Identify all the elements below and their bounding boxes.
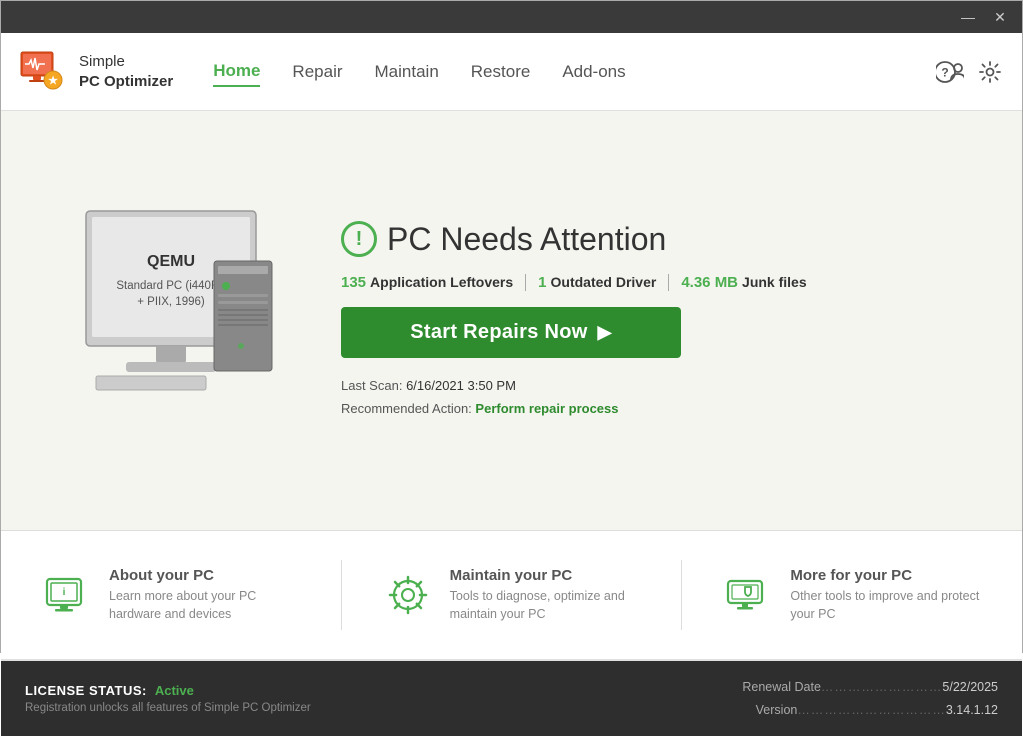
right-panel: ! PC Needs Attention 135 Application Lef…: [341, 221, 982, 421]
svg-text:i: i: [63, 587, 66, 598]
license-label: LICENSE STATUS:: [25, 683, 147, 698]
maintain-pc-icon: [382, 569, 434, 621]
repair-btn-arrow-icon: ▶: [598, 322, 612, 343]
start-repairs-button[interactable]: Start Repairs Now ▶: [341, 307, 681, 358]
license-description: Registration unlocks all features of Sim…: [25, 702, 742, 714]
card-divider-1: [341, 560, 342, 630]
svg-text:QEMU: QEMU: [147, 253, 195, 270]
card-more-pc[interactable]: More for your PC Other tools to improve …: [722, 567, 982, 623]
nav-maintain[interactable]: Maintain: [375, 58, 439, 86]
bottom-section: i About your PC Learn more about your PC…: [1, 531, 1022, 661]
nav-home[interactable]: Home: [213, 57, 260, 87]
renewal-row: Renewal Date………………………5/22/2025: [742, 676, 998, 699]
maintain-pc-text: Maintain your PC Tools to diagnose, opti…: [450, 567, 642, 623]
svg-text:Standard PC (i440FX: Standard PC (i440FX: [116, 280, 226, 292]
about-pc-icon: i: [41, 569, 93, 621]
settings-button[interactable]: [974, 56, 1006, 88]
card-maintain-pc[interactable]: Maintain your PC Tools to diagnose, opti…: [382, 567, 642, 623]
minimize-button[interactable]: —: [954, 6, 982, 28]
more-pc-icon: [722, 569, 774, 621]
close-button[interactable]: ✕: [986, 6, 1014, 28]
stat-app-leftovers: 135 Application Leftovers: [341, 274, 526, 291]
nav-restore[interactable]: Restore: [471, 58, 531, 86]
status-left: LICENSE STATUS: Active Registration unlo…: [25, 683, 742, 714]
logo-text: Simple PC Optimizer: [79, 52, 173, 91]
main-nav: Home Repair Maintain Restore Add-ons: [213, 57, 625, 87]
perform-repair-link[interactable]: Perform repair process: [475, 401, 618, 416]
scan-info: Last Scan: 6/16/2021 3:50 PM Recommended…: [341, 374, 619, 421]
title-bar: — ✕: [1, 1, 1022, 33]
pc-illustration: QEMU Standard PC (i440FX + PIIX, 1996): [41, 191, 301, 451]
license-row: LICENSE STATUS: Active: [25, 683, 742, 698]
status-bar: LICENSE STATUS: Active Registration unlo…: [1, 661, 1022, 736]
svg-text:+ PIIX, 1996): + PIIX, 1996): [137, 296, 205, 308]
attention-icon: !: [341, 221, 377, 257]
card-about-pc[interactable]: i About your PC Learn more about your PC…: [41, 567, 301, 623]
svg-text:★: ★: [48, 75, 58, 87]
window-controls: — ✕: [954, 6, 1014, 28]
nav-repair[interactable]: Repair: [292, 58, 342, 86]
attention-title: ! PC Needs Attention: [341, 221, 666, 258]
license-value: Active: [155, 683, 194, 698]
version-row: Version……………………………3.14.1.12: [742, 699, 998, 722]
help-user-button[interactable]: ?: [934, 56, 966, 88]
header: ★ Simple PC Optimizer Home Repair Mainta…: [1, 33, 1022, 111]
nav-addons[interactable]: Add-ons: [562, 58, 625, 86]
more-pc-text: More for your PC Other tools to improve …: [790, 567, 982, 623]
status-right: Renewal Date………………………5/22/2025 Version………: [742, 676, 998, 721]
stats-row: 135 Application Leftovers 1 Outdated Dri…: [341, 274, 819, 291]
stat-junk-files: 4.36 MB Junk files: [669, 274, 818, 291]
stat-outdated-driver: 1 Outdated Driver: [526, 274, 669, 291]
about-pc-text: About your PC Learn more about your PC h…: [109, 567, 301, 623]
logo-area: ★ Simple PC Optimizer: [17, 46, 173, 98]
svg-text:?: ?: [941, 65, 948, 79]
main-content: QEMU Standard PC (i440FX + PIIX, 1996): [1, 111, 1022, 531]
app-logo: ★: [17, 46, 69, 98]
header-icons: ?: [934, 56, 1006, 88]
card-divider-2: [681, 560, 682, 630]
